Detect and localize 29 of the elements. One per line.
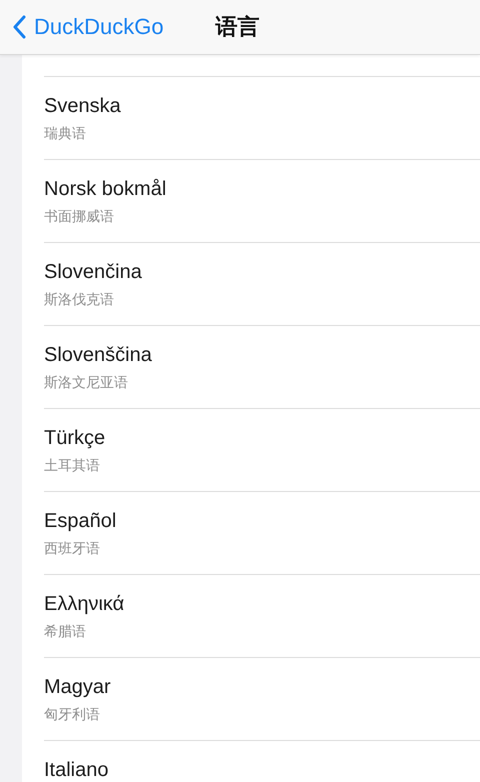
language-translation: 土耳其语 xyxy=(44,457,101,475)
language-name: Svenska xyxy=(44,95,122,117)
back-button[interactable]: DuckDuckGo xyxy=(0,14,164,40)
language-translation: 书面挪威语 xyxy=(44,208,115,226)
language-translation: 西班牙语 xyxy=(44,540,101,558)
language-row[interactable]: Svenska 瑞典语 xyxy=(44,76,480,159)
language-translation: 斯洛伐克语 xyxy=(44,291,115,309)
page-title: 语言 xyxy=(216,13,260,41)
language-name: Norsk bokmål xyxy=(44,178,168,200)
language-translation: 瑞典语 xyxy=(44,125,87,143)
language-name: Slovenščina xyxy=(44,344,153,366)
language-name: Türkçe xyxy=(44,427,106,449)
language-row[interactable]: Magyar 匈牙利语 xyxy=(44,657,480,740)
language-translation: 匈牙利语 xyxy=(44,706,101,724)
language-name: Ελληνικά xyxy=(44,593,126,615)
language-name: Italiano xyxy=(44,759,110,781)
language-name: Español xyxy=(44,510,118,532)
language-name: Slovenčina xyxy=(44,261,143,283)
back-chevron-icon xyxy=(12,15,26,39)
language-row[interactable]: Italiano xyxy=(44,740,480,782)
language-row[interactable]: Norsk bokmål 书面挪威语 xyxy=(44,159,480,242)
language-name: Magyar xyxy=(44,676,112,698)
language-translation: 斯洛文尼亚语 xyxy=(44,374,129,392)
language-row[interactable]: Slovenčina 斯洛伐克语 xyxy=(44,242,480,325)
language-row[interactable]: Ελληνικά 希腊语 xyxy=(44,574,480,657)
language-row[interactable]: Türkçe 土耳其语 xyxy=(44,408,480,491)
language-row[interactable]: Slovenščina 斯洛文尼亚语 xyxy=(44,325,480,408)
language-translation: 希腊语 xyxy=(44,623,87,641)
language-row[interactable]: Español 西班牙语 xyxy=(44,491,480,574)
